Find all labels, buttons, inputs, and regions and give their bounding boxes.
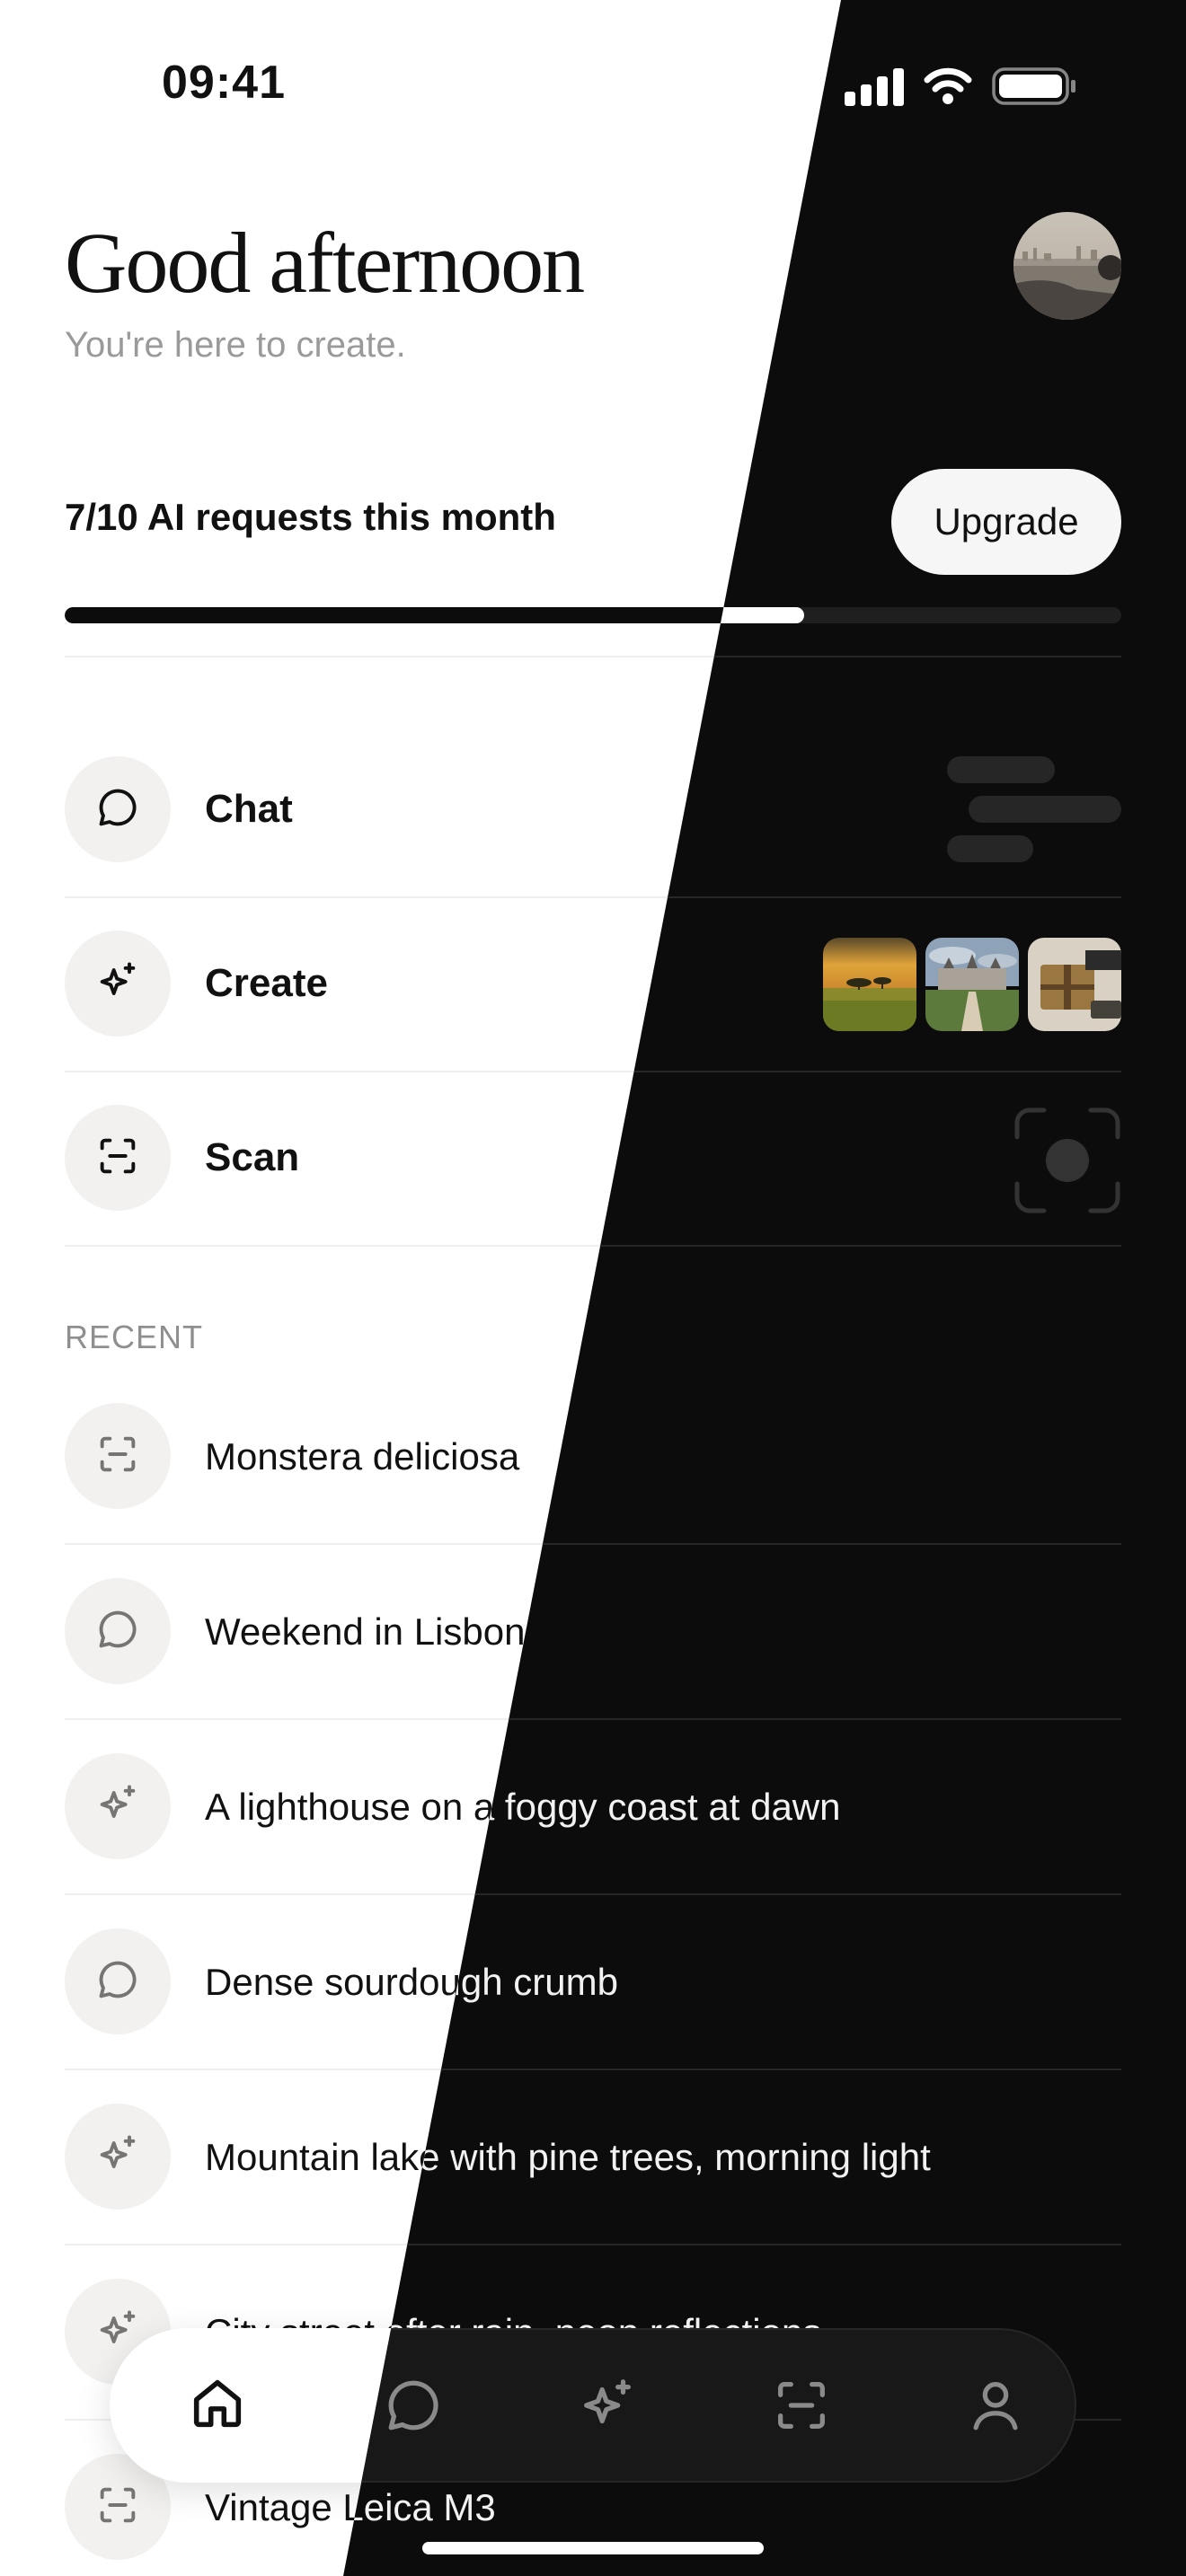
chat-bubble-icon <box>382 2374 445 2441</box>
recent-icon-circle <box>65 1928 171 2034</box>
recent-item-label: Monstera deliciosa <box>205 1435 520 1478</box>
usage-label: 7/10 AI requests this month <box>65 496 556 538</box>
avatar[interactable] <box>1013 212 1121 320</box>
chat-preview-bars <box>947 756 1121 862</box>
home-screen: 09:41 Good afternoon You're here to create… <box>0 0 1186 2576</box>
home-icon <box>186 2372 249 2439</box>
recent-icon-circle <box>65 1403 171 1509</box>
cellular-signal-icon <box>845 67 1075 106</box>
recent-icon-circle <box>65 1753 171 1859</box>
action-icon-circle <box>65 756 171 862</box>
thumbnail-gift-box <box>1028 938 1121 1031</box>
action-icon-circle <box>65 1105 171 1211</box>
sparkle-icon <box>94 1781 141 1832</box>
sparkle-icon <box>94 958 141 1010</box>
action-label: Chat <box>205 787 293 831</box>
action-label: Scan <box>205 1135 300 1179</box>
recent-icon-circle <box>65 2104 171 2210</box>
status-icons <box>845 65 1078 108</box>
recent-section-title: RECENT <box>65 1319 204 1355</box>
recent-icon-circle <box>65 1578 171 1684</box>
tab-scan[interactable] <box>760 2366 843 2448</box>
thumbnail-savanna <box>823 938 916 1031</box>
greeting-subtitle: You're here to create. <box>65 325 406 365</box>
action-label: Create <box>205 961 328 1005</box>
chat-bubble-icon <box>94 1956 141 2007</box>
create-preview-thumbnails <box>823 938 1121 1031</box>
scan-preview-frame <box>1013 1107 1121 1214</box>
usage-progress-fill <box>65 607 805 623</box>
action-icon-circle <box>65 931 171 1037</box>
person-icon <box>964 2374 1027 2441</box>
greeting-title: Good afternoon <box>65 215 585 311</box>
scan-icon <box>94 2482 141 2533</box>
tab-chat[interactable] <box>372 2366 455 2448</box>
tab-create[interactable] <box>566 2366 649 2448</box>
thumbnail-castle <box>925 938 1019 1031</box>
status-time: 09:41 <box>162 57 286 109</box>
home-indicator <box>422 2542 764 2554</box>
upgrade-button[interactable]: Upgrade <box>891 469 1121 575</box>
chat-bubble-icon <box>94 784 141 835</box>
tab-profile[interactable] <box>954 2366 1037 2448</box>
scan-icon <box>770 2374 833 2441</box>
sparkle-icon <box>94 2131 141 2183</box>
chat-bubble-icon <box>94 1606 141 1657</box>
scan-icon <box>94 1133 141 1184</box>
recent-item-label: Weekend in Lisbon <box>205 1610 526 1653</box>
scan-icon <box>94 1431 141 1482</box>
tab-home[interactable] <box>176 2364 259 2447</box>
sparkle-icon <box>576 2374 639 2441</box>
